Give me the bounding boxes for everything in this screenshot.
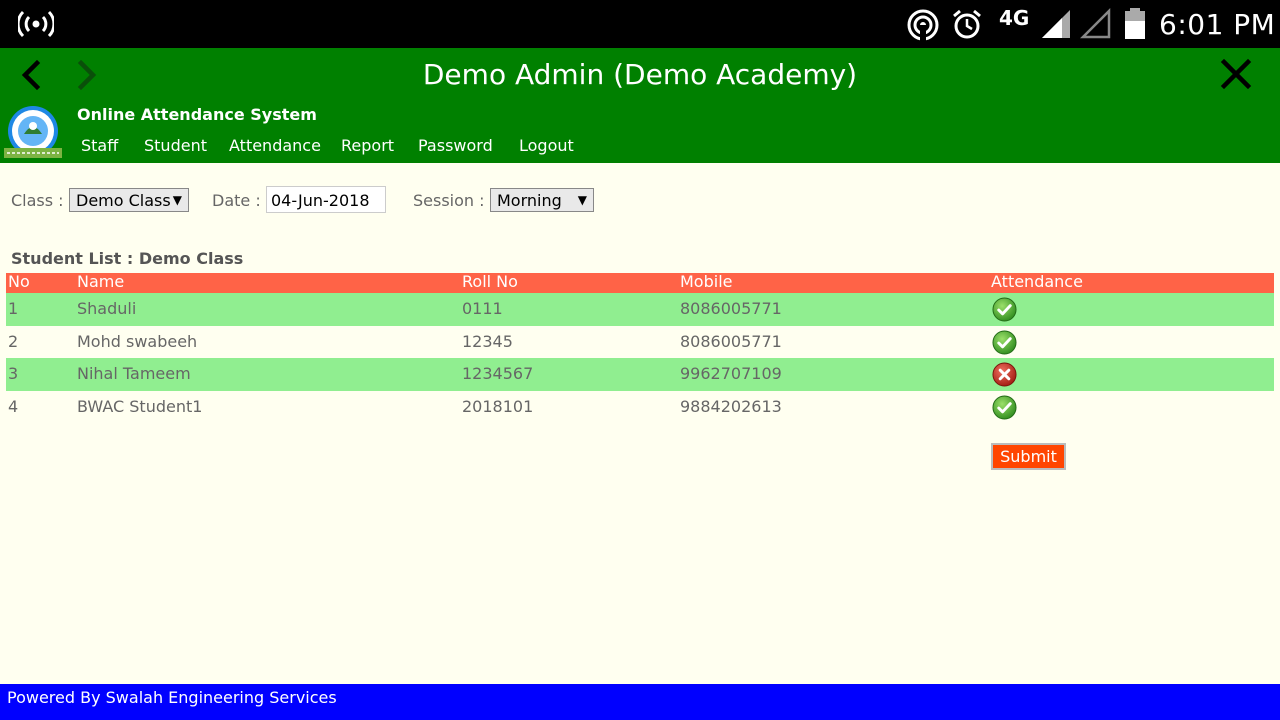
- menu-item-report[interactable]: Report: [341, 136, 394, 155]
- menu-item-password[interactable]: Password: [418, 136, 493, 155]
- status-bar: 4G 6:01 PM: [0, 0, 1280, 48]
- app-bar: Demo Admin (Demo Academy): [0, 48, 1280, 102]
- menu-item-logout[interactable]: Logout: [519, 136, 574, 155]
- session-select[interactable]: Morning ▼: [490, 188, 594, 212]
- row-number: 1: [8, 299, 19, 318]
- date-field[interactable]: 04-Jun-2018: [266, 186, 386, 213]
- table-row: 4 BWAC Student1 2018101 9884202613: [6, 391, 1274, 424]
- row-number: 3: [8, 364, 19, 383]
- present-check-icon[interactable]: [992, 329, 1017, 355]
- network-type-label: 4G: [999, 6, 1030, 30]
- footer-text: Powered By Swalah Engineering Services: [7, 688, 337, 707]
- dropdown-caret-icon: ▼: [172, 193, 182, 207]
- present-check-icon[interactable]: [992, 297, 1017, 322]
- row-number: 4: [8, 396, 19, 416]
- roll-number: 2018101: [462, 396, 534, 416]
- class-label: Class :: [11, 191, 64, 210]
- table-header: No Name Roll No Mobile Attendance: [6, 273, 1274, 293]
- alarm-icon: [953, 9, 981, 39]
- student-list-title: Student List : Demo Class: [11, 249, 244, 268]
- student-table: No Name Roll No Mobile Attendance 1 Shadu…: [6, 273, 1274, 423]
- table-row: 2 Mohd swabeeh 12345 8086005771: [6, 326, 1274, 359]
- column-header-roll-no: Roll No: [462, 272, 518, 291]
- session-select-value: Morning: [497, 191, 562, 210]
- table-row: 3 Nihal Tameem 1234567 9962707109: [6, 358, 1274, 391]
- menu-item-attendance[interactable]: Attendance: [229, 136, 321, 155]
- site-name: Online Attendance System: [77, 105, 317, 124]
- mobile-number: 8086005771: [680, 299, 782, 318]
- absent-cross-icon[interactable]: [992, 362, 1017, 387]
- footer: Powered By Swalah Engineering Services: [0, 684, 1280, 720]
- app-title: Demo Admin (Demo Academy): [422, 58, 858, 91]
- student-name: Mohd swabeeh: [77, 331, 198, 351]
- site-header: Online Attendance System Staff Student A…: [0, 102, 1280, 163]
- menu-item-student[interactable]: Student: [144, 136, 207, 155]
- filter-bar: Class : Demo Class ▼ Date : 04-Jun-2018 …: [0, 186, 1280, 214]
- student-name: Shaduli: [77, 299, 137, 318]
- logo: [4, 106, 62, 158]
- column-header-attendance: Attendance: [991, 272, 1083, 291]
- column-header-no: No: [8, 272, 30, 291]
- column-header-name: Name: [77, 272, 125, 291]
- roll-number: 0111: [462, 299, 503, 318]
- student-name: BWAC Student1: [77, 396, 203, 416]
- row-number: 2: [8, 331, 19, 351]
- class-select[interactable]: Demo Class ▼: [69, 188, 189, 212]
- date-label: Date :: [212, 191, 261, 210]
- mobile-number: 9884202613: [680, 396, 782, 416]
- student-name: Nihal Tameem: [77, 364, 191, 383]
- signal-empty-icon: [1080, 8, 1111, 39]
- present-check-icon[interactable]: [992, 394, 1017, 420]
- mobile-number: 9962707109: [680, 364, 782, 383]
- close-icon[interactable]: [1218, 56, 1254, 92]
- submit-button[interactable]: Submit: [991, 443, 1066, 470]
- hotspot-icon: [18, 10, 54, 38]
- roll-number: 1234567: [462, 364, 534, 383]
- battery-icon: [1125, 8, 1145, 39]
- roll-number: 12345: [462, 331, 513, 351]
- nfc-icon: [907, 9, 939, 42]
- menu-item-staff[interactable]: Staff: [81, 136, 118, 155]
- signal-icon: [1042, 10, 1070, 38]
- table-row: 1 Shaduli 0111 8086005771: [6, 293, 1274, 326]
- dropdown-caret-icon: ▼: [577, 193, 587, 207]
- column-header-mobile: Mobile: [680, 272, 733, 291]
- mobile-number: 8086005771: [680, 331, 782, 351]
- session-label: Session :: [413, 191, 485, 210]
- class-select-value: Demo Class: [76, 191, 171, 210]
- clock: 6:01 PM: [1159, 8, 1276, 41]
